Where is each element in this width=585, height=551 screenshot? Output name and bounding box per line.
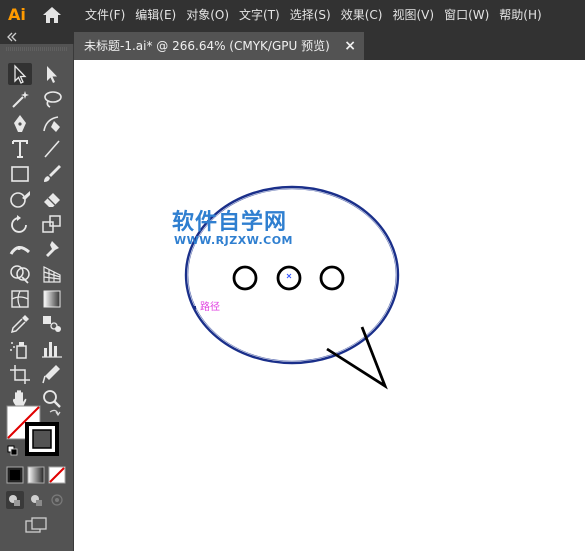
curvature-tool-icon[interactable] [40, 113, 64, 135]
rotate-tool-icon[interactable] [8, 213, 32, 235]
menu-effect[interactable]: 效果(C) [336, 0, 388, 30]
type-tool-icon[interactable] [8, 138, 32, 160]
menu-help[interactable]: 帮助(H) [494, 0, 546, 30]
tools-panel-header [0, 30, 74, 44]
menu-window[interactable]: 窗口(W) [439, 0, 494, 30]
artwork[interactable] [74, 60, 585, 551]
menu-items: 文件(F) 编辑(E) 对象(O) 文字(T) 选择(S) 效果(C) 视图(V… [80, 0, 547, 30]
dot-circle-right[interactable] [319, 265, 345, 291]
menu-bar: Ai 文件(F) 编辑(E) 对象(O) 文字(T) 选择(S) 效果(C) 视… [0, 0, 585, 30]
puppet-warp-tool-icon[interactable] [40, 238, 64, 260]
scale-tool-icon[interactable] [40, 213, 64, 235]
dot-circle-middle[interactable] [276, 265, 302, 291]
speech-bubble-tail[interactable] [326, 326, 388, 390]
tools-panel [0, 30, 74, 551]
lasso-tool-icon[interactable] [40, 88, 64, 110]
menu-edit[interactable]: 编辑(E) [130, 0, 181, 30]
artboard-canvas[interactable]: 软件自学网 WWW.RJZXW.COM 路径 [74, 60, 585, 551]
selection-tool-icon[interactable] [8, 63, 32, 85]
symbol-sprayer-tool-icon[interactable] [8, 338, 32, 360]
watermark-title: 软件自学网 [172, 210, 288, 235]
shape-builder-tool-icon[interactable] [8, 263, 32, 285]
direct-selection-tool-icon[interactable] [40, 63, 64, 85]
watermark-url: WWW.RJZXW.COM [174, 234, 293, 247]
document-tab[interactable]: 未标题-1.ai* @ 266.64% (CMYK/GPU 预览) × [74, 32, 364, 60]
mesh-tool-icon[interactable] [8, 288, 32, 310]
none-mode-icon[interactable] [48, 466, 66, 484]
screen-mode-icon[interactable] [24, 516, 48, 534]
menu-type[interactable]: 文字(T) [234, 0, 285, 30]
magic-wand-tool-icon[interactable] [8, 88, 32, 110]
menu-object[interactable]: 对象(O) [181, 0, 234, 30]
blend-tool-icon[interactable] [40, 313, 64, 335]
draw-behind-icon[interactable] [27, 491, 45, 509]
menu-view[interactable]: 视图(V) [387, 0, 439, 30]
home-icon[interactable] [42, 6, 62, 24]
color-mode-icon[interactable] [6, 466, 24, 484]
close-tab-icon[interactable]: × [344, 32, 356, 60]
draw-inside-icon[interactable] [48, 491, 66, 509]
line-segment-tool-icon[interactable] [40, 138, 64, 160]
document-tab-title: 未标题-1.ai* @ 266.64% (CMYK/GPU 预览) [84, 39, 330, 53]
document-tab-bar: 未标题-1.ai* @ 266.64% (CMYK/GPU 预览) × [74, 30, 585, 60]
smart-guide-path-label: 路径 [200, 302, 220, 313]
eraser-tool-icon[interactable] [40, 188, 64, 210]
artboard-tool-icon[interactable] [8, 363, 32, 385]
panel-grip[interactable] [6, 47, 68, 51]
perspective-grid-tool-icon[interactable] [40, 263, 64, 285]
menu-file[interactable]: 文件(F) [80, 0, 130, 30]
center-point-marker [286, 273, 292, 279]
menu-select[interactable]: 选择(S) [285, 0, 336, 30]
app-logo: Ai [8, 5, 26, 24]
gradient-tool-icon[interactable] [40, 288, 64, 310]
slice-tool-icon[interactable] [40, 363, 64, 385]
collapse-panel-icon[interactable] [6, 32, 18, 42]
gradient-mode-icon[interactable] [27, 466, 45, 484]
anchor-point-marker [193, 306, 196, 309]
dot-circle-left[interactable] [232, 265, 258, 291]
width-tool-icon[interactable] [8, 238, 32, 260]
draw-normal-icon[interactable] [6, 491, 24, 509]
paintbrush-tool-icon[interactable] [40, 163, 64, 185]
pen-tool-icon[interactable] [8, 113, 32, 135]
eyedropper-tool-icon[interactable] [8, 313, 32, 335]
shaper-tool-icon[interactable] [8, 188, 32, 210]
fill-stroke-swatches[interactable] [6, 404, 68, 458]
column-graph-tool-icon[interactable] [40, 338, 64, 360]
rectangle-tool-icon[interactable] [8, 163, 32, 185]
